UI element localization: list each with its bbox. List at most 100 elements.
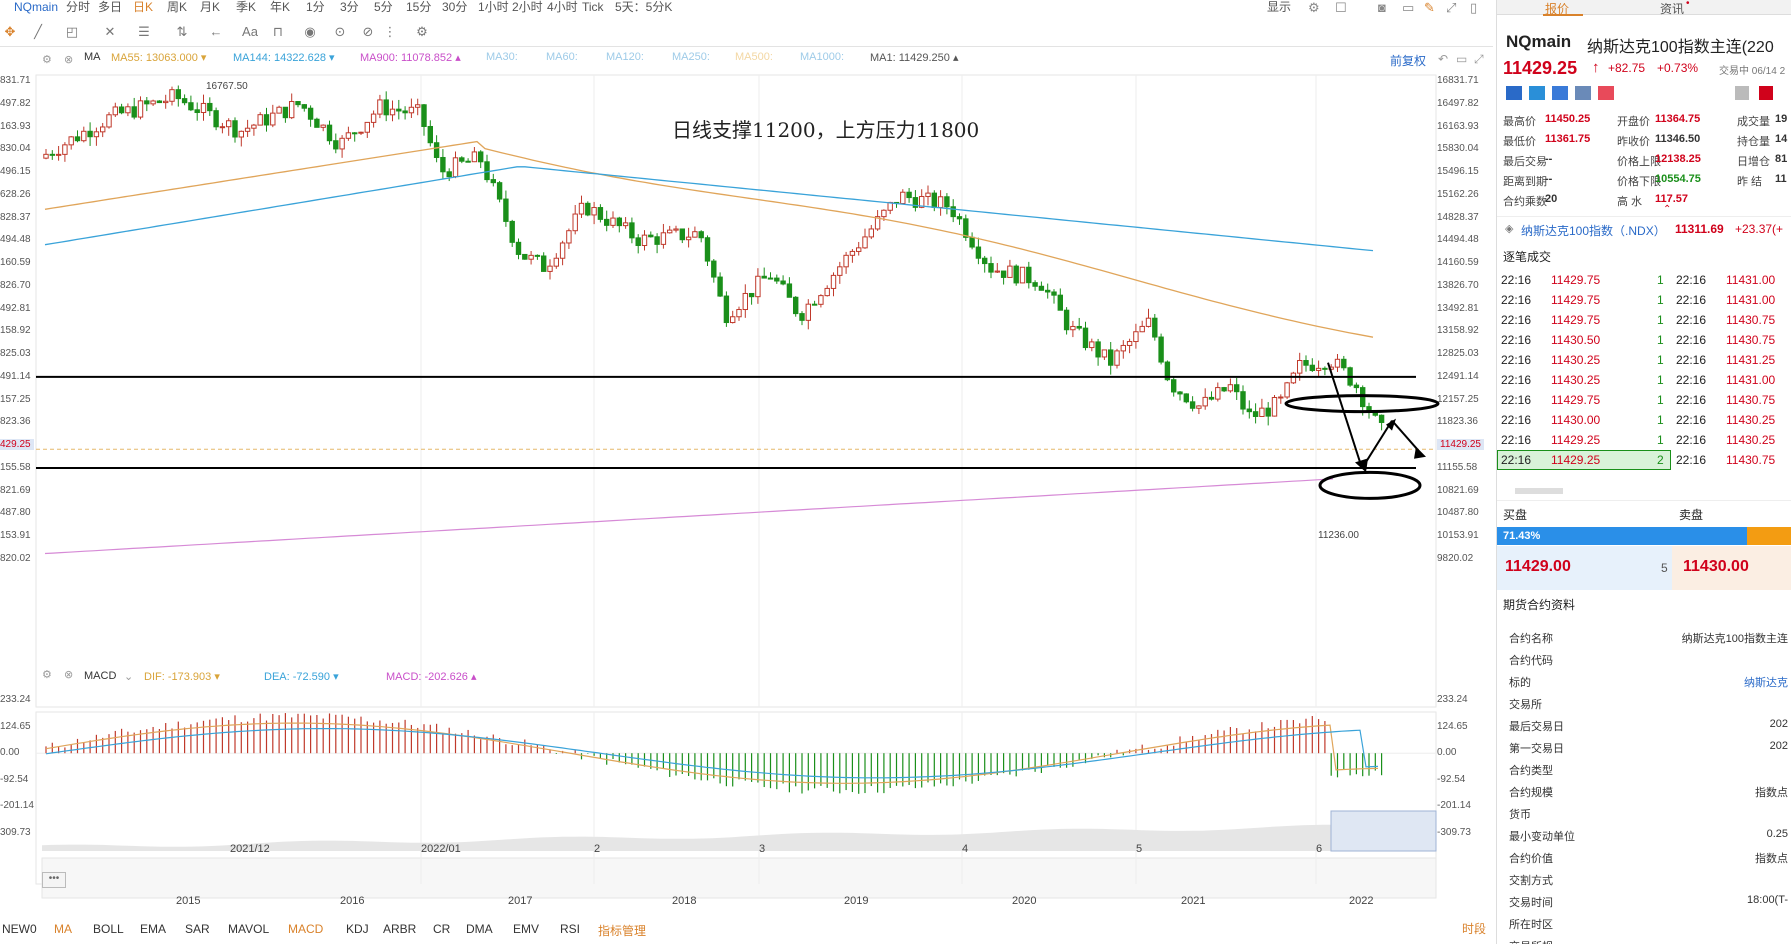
candle-body xyxy=(150,100,156,105)
period-tab-14[interactable]: 4小时 xyxy=(547,0,578,14)
shape-tool-icon[interactable]: ◰ xyxy=(62,22,82,42)
indicator-tab-12[interactable]: RSI xyxy=(560,922,580,936)
symbol-label[interactable]: NQmain xyxy=(14,0,58,14)
candle-body xyxy=(1152,317,1158,338)
settings-icon[interactable]: ⚙ xyxy=(42,53,52,66)
candle-body xyxy=(106,114,112,128)
settings-icon[interactable]: ⚙ xyxy=(412,22,432,42)
indicator-tab-11[interactable]: EMV xyxy=(513,922,539,936)
comment-icon[interactable]: ▭ xyxy=(1402,0,1414,16)
period-tab-1[interactable]: 多日 xyxy=(98,0,122,14)
period-tab-11[interactable]: 30分 xyxy=(442,0,467,14)
kline-chart-area[interactable] xyxy=(0,47,1493,937)
related-index-name[interactable]: 纳斯达克100指数（.NDX） xyxy=(1521,222,1666,239)
ticks-scrollbar[interactable] xyxy=(1515,488,1563,494)
fib-tool-icon[interactable]: ✕ xyxy=(100,22,120,42)
period-tab-2[interactable]: 日K xyxy=(133,0,153,14)
indicator-tab-8[interactable]: ARBR xyxy=(383,922,416,936)
time-period-button[interactable]: 时段 xyxy=(1462,920,1486,937)
lock-icon[interactable]: ⊙ xyxy=(330,22,350,42)
maximize-icon[interactable]: ⤢ xyxy=(1474,52,1484,67)
contract-value[interactable]: 纳斯达克 xyxy=(1744,674,1788,690)
settings-icon[interactable]: ⚙ xyxy=(42,668,52,681)
display-menu[interactable]: 显示 xyxy=(1267,0,1291,14)
gear-icon[interactable]: ⚙ xyxy=(1308,0,1320,16)
tick-row: 22:16 11429.25 2 22:16 11430.75 xyxy=(1497,450,1791,470)
contract-key: 第一交易日 xyxy=(1509,743,1564,755)
candle-body xyxy=(169,89,175,102)
user-icon[interactable] xyxy=(1552,86,1568,100)
indicator-tab-5[interactable]: MAVOL xyxy=(228,922,269,936)
camera-icon[interactable]: ◙ xyxy=(1378,0,1386,15)
doc-icon[interactable] xyxy=(1575,86,1591,100)
indicator-tab-0[interactable]: NEW0 xyxy=(2,922,37,936)
tick-row: 22:16 11429.75 1 22:16 11431.00 xyxy=(1497,290,1791,310)
more-tools-icon[interactable]: ⋮ xyxy=(380,22,400,42)
period-tab-15[interactable]: Tick xyxy=(582,0,604,14)
candle-body xyxy=(163,100,169,104)
ma-value-1: MA144: 14322.628 ▾ xyxy=(233,52,335,64)
measure-tool-icon[interactable]: ⇅ xyxy=(172,22,192,42)
chevron-down-icon[interactable]: ⌄ xyxy=(124,670,133,683)
overview-tick: 2017 xyxy=(508,895,533,907)
undo-icon[interactable]: ↶ xyxy=(1438,52,1448,66)
fullscreen-icon[interactable]: ⤢ xyxy=(1446,0,1456,16)
indicator-tab-9[interactable]: CR xyxy=(433,922,450,936)
period-tab-7[interactable]: 1分 xyxy=(306,0,325,14)
indicator-tab-4[interactable]: SAR xyxy=(185,922,210,936)
chevron-up-icon[interactable]: ⌃ xyxy=(1663,204,1671,215)
indicator-tab-7[interactable]: KDJ xyxy=(346,922,369,936)
checkbox-icon[interactable]: ☐ xyxy=(1335,0,1347,16)
indicator-tab-10[interactable]: DMA xyxy=(466,922,493,936)
period-tab-16[interactable]: 5天：5分K xyxy=(615,0,672,14)
tab-news[interactable]: 资讯 xyxy=(1660,0,1684,17)
tick-time: 22:16 xyxy=(1676,453,1707,467)
candle-body xyxy=(622,222,629,227)
indicator-tab-1[interactable]: MA xyxy=(54,922,72,936)
arrow-tool-icon[interactable]: ← xyxy=(206,22,226,42)
period-tab-6[interactable]: 年K xyxy=(270,0,290,14)
tick-time: 22:16 xyxy=(1676,293,1707,307)
indicator-tab-2[interactable]: BOLL xyxy=(93,922,124,936)
overview-handle[interactable]: ••• xyxy=(42,872,66,888)
period-tab-12[interactable]: 1小时 xyxy=(478,0,509,14)
minimize-icon[interactable]: ▭ xyxy=(1456,52,1467,66)
up-arrow-icon: ↑ xyxy=(1592,59,1600,76)
quote-panel: 报价 资讯 • NQmain 纳斯达克100指数主连(220 11429.25 … xyxy=(1496,0,1791,944)
kline-chart xyxy=(35,74,1440,899)
period-tab-3[interactable]: 周K xyxy=(167,0,187,14)
tick-price: 11431.00 xyxy=(1726,293,1776,307)
line-tool-icon[interactable]: ╱ xyxy=(28,22,48,42)
flash-icon[interactable] xyxy=(1529,86,1545,100)
restore-button[interactable]: 前复权 xyxy=(1390,52,1426,69)
indicator-tab-6[interactable]: MACD xyxy=(288,922,323,936)
pen-icon[interactable]: ✎ xyxy=(1424,0,1435,16)
text-tool-icon[interactable]: Aa xyxy=(240,22,260,42)
ma-value-2: MA900: 11078.852 ▴ xyxy=(360,52,461,64)
alert-icon[interactable] xyxy=(1759,86,1773,100)
panel-toggle-icon[interactable]: ▯ xyxy=(1470,0,1477,16)
indicator-tab-13[interactable]: 指标管理 xyxy=(598,922,646,939)
eye-icon[interactable]: ◉ xyxy=(300,22,320,42)
magnet-icon[interactable]: ⊓ xyxy=(268,22,288,42)
tick-row: 22:16 11430.00 1 22:16 11430.25 xyxy=(1497,410,1791,430)
channel-tool-icon[interactable]: ☰ xyxy=(134,22,154,42)
delete-icon[interactable]: ⊘ xyxy=(358,22,378,42)
candle-body xyxy=(314,118,320,128)
candle-body xyxy=(956,216,963,220)
period-tab-4[interactable]: 月K xyxy=(200,0,220,14)
chart-icon[interactable] xyxy=(1506,86,1522,100)
period-tab-13[interactable]: 2小时 xyxy=(512,0,543,14)
close-icon[interactable]: ⊗ xyxy=(64,53,73,66)
period-tab-0[interactable]: 分时 xyxy=(66,0,90,14)
candle-body xyxy=(736,309,742,318)
period-tab-9[interactable]: 5分 xyxy=(374,0,393,14)
period-tab-8[interactable]: 3分 xyxy=(340,0,359,14)
close-icon[interactable]: ⊗ xyxy=(64,668,73,681)
crosshair-icon[interactable]: ✥ xyxy=(0,22,20,42)
bell-icon[interactable] xyxy=(1735,86,1749,100)
period-tab-10[interactable]: 15分 xyxy=(406,0,431,14)
period-tab-5[interactable]: 季K xyxy=(236,0,256,14)
indicator-tab-3[interactable]: EMA xyxy=(140,922,166,936)
heart-icon[interactable] xyxy=(1598,86,1614,100)
